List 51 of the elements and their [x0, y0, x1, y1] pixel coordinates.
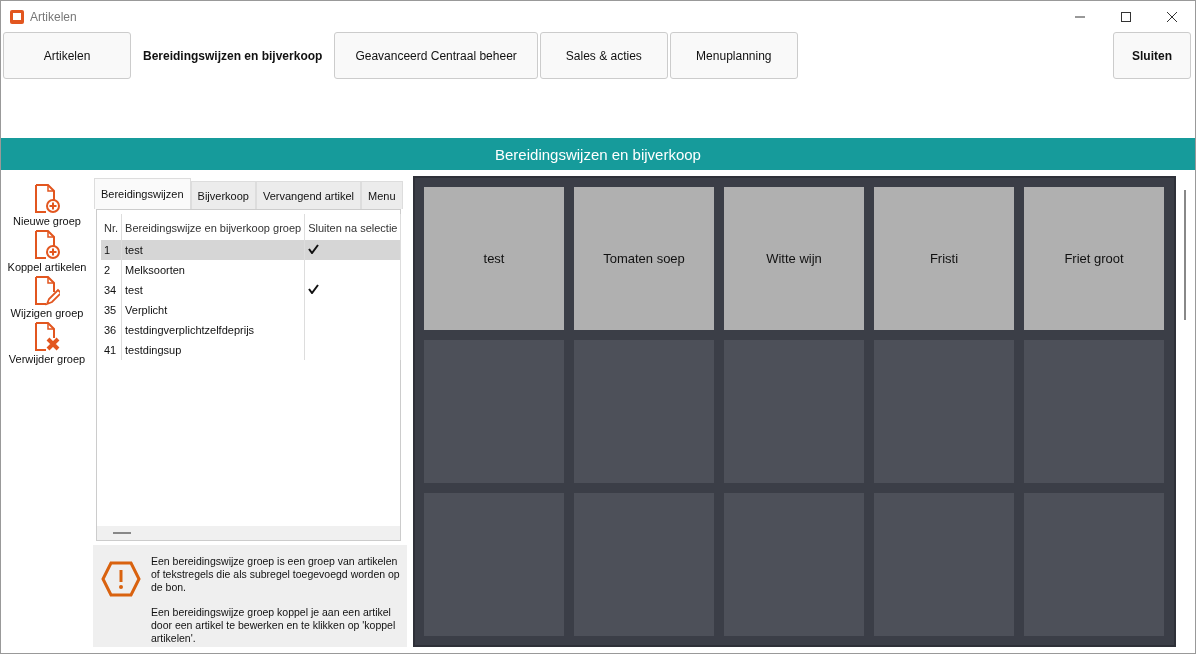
- window-title: Artikelen: [30, 9, 77, 24]
- table-cell: testdingverplichtzelfdeprijs: [121, 320, 305, 340]
- table-cell: 1: [101, 240, 122, 260]
- nav-tab[interactable]: Bereidingswijzen en bijverkoop: [133, 32, 333, 79]
- table-row[interactable]: 36 testdingverplichtzelfdeprijs: [101, 320, 401, 340]
- document-pencil-icon: [34, 276, 60, 306]
- table-cell: testdingsup: [121, 340, 305, 360]
- nav-tab[interactable]: Sales & acties: [539, 32, 668, 79]
- article-tile[interactable]: Friet groot: [1024, 187, 1164, 330]
- table-cell: test: [121, 240, 305, 260]
- warning-icon: [101, 561, 141, 597]
- table-row[interactable]: 35 Verplicht: [101, 300, 401, 320]
- article-tile[interactable]: test: [424, 187, 564, 330]
- tab[interactable]: Bijverkoop: [190, 181, 256, 209]
- app-logo-icon: [10, 9, 24, 24]
- table-cell: Verplicht: [121, 300, 305, 320]
- info-text: Een bereidingswijze groep is een groep van artikelen of tekstregels die als subregel toegevoegd worden op de bon.: [151, 555, 401, 594]
- document-plus-icon: [34, 184, 60, 214]
- table-row[interactable]: 2 Melksoorten: [101, 260, 401, 280]
- action-button[interactable]: Nieuwe groep: [13, 184, 81, 227]
- article-tile[interactable]: Fristi: [874, 187, 1014, 330]
- close-screen-button[interactable]: Sluiten: [1113, 32, 1191, 79]
- table-row[interactable]: 1 test: [101, 240, 401, 260]
- table-cell: 41: [101, 340, 122, 360]
- section-header: Bereidingswijzen en bijverkoop: [1, 138, 1195, 170]
- action-button[interactable]: Verwijder groep: [8, 322, 86, 365]
- action-button[interactable]: Wijzigen groep: [10, 276, 84, 319]
- scrollbar-thumb-icon[interactable]: [113, 532, 131, 534]
- tab[interactable]: Vervangend artikel: [255, 181, 362, 209]
- table-cell: 35: [101, 300, 122, 320]
- table-cell: Melksoorten: [121, 260, 305, 280]
- tab[interactable]: Bereidingswijzen: [94, 178, 191, 209]
- article-tile[interactable]: Witte wijn: [724, 187, 864, 330]
- table-row[interactable]: 34 test: [101, 280, 401, 300]
- table-row[interactable]: 41 testdingsup: [101, 340, 401, 360]
- maximize-icon[interactable]: [1121, 11, 1131, 22]
- info-text: Een bereidingswijze groep koppel je aan een artikel door een artikel te bewerken en te klikken op 'koppel artikelen'.: [151, 606, 397, 645]
- table-cell: 36: [101, 320, 122, 340]
- document-x-icon: [34, 322, 60, 352]
- table-cell: 34: [101, 280, 122, 300]
- nav-tab[interactable]: Menuplanning: [669, 32, 798, 79]
- scrollbar-thumb-icon[interactable]: [1184, 190, 1186, 320]
- nav-tab[interactable]: Artikelen: [3, 32, 131, 79]
- close-icon[interactable]: [1167, 11, 1177, 22]
- tab[interactable]: Menu: [361, 181, 403, 209]
- document-plus-icon: [34, 230, 60, 260]
- table-cell: 2: [101, 260, 122, 280]
- table-cell: test: [121, 280, 305, 300]
- nav-tab[interactable]: Geavanceerd Centraal beheer: [334, 32, 538, 79]
- article-tile[interactable]: Tomaten soep: [574, 187, 714, 330]
- action-button[interactable]: Koppel artikelen: [7, 230, 87, 273]
